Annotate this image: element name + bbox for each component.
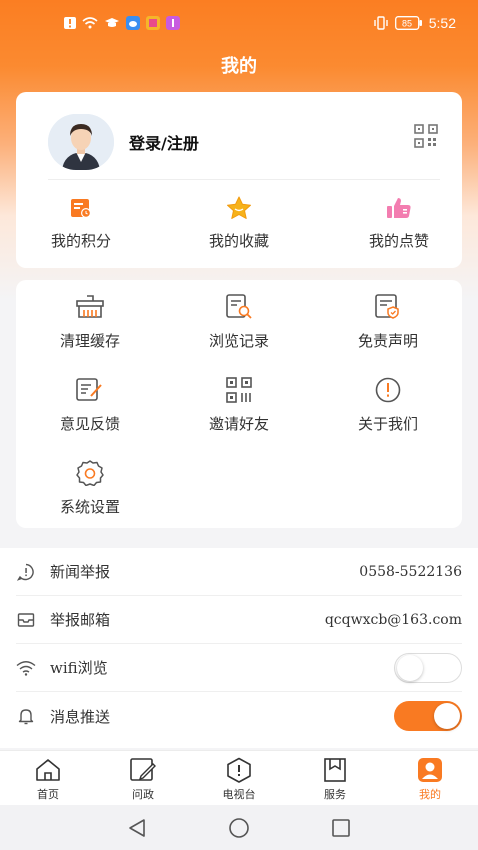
divider — [48, 179, 440, 180]
points-icon — [21, 196, 141, 220]
app-icon — [166, 16, 180, 30]
recents-icon[interactable] — [330, 817, 352, 839]
system-nav-bar — [0, 805, 478, 850]
tool-label: 清理缓存 — [59, 332, 120, 350]
bookmark-icon — [295, 757, 375, 783]
disclaimer-icon — [328, 294, 448, 320]
tab-label: 服务 — [324, 788, 346, 801]
tab-mine[interactable]: 我的 — [390, 757, 470, 802]
edit-icon — [103, 757, 183, 783]
my-likes-button[interactable]: 我的点赞 — [339, 196, 459, 251]
report-icon — [16, 562, 36, 582]
system-settings-button[interactable]: 系统设置 — [30, 460, 150, 517]
tool-label: 邀请好友 — [208, 415, 269, 433]
push-notification-row: 消息推送 — [16, 692, 462, 740]
tool-label: 关于我们 — [357, 415, 418, 433]
bell-icon — [16, 706, 36, 726]
browse-history-button[interactable]: 浏览记录 — [179, 294, 299, 351]
row-label: wifi浏览 — [50, 659, 108, 677]
feedback-button[interactable]: 意见反馈 — [30, 377, 150, 434]
about-us-button[interactable]: 关于我们 — [328, 377, 448, 434]
status-time: 5:52 — [428, 15, 456, 31]
invite-friends-button[interactable]: 邀请好友 — [179, 377, 299, 434]
row-label: 新闻举报 — [50, 563, 111, 581]
report-email-row[interactable]: 举报邮箱 qcqwxcb@163.com — [16, 596, 462, 644]
tab-home[interactable]: 首页 — [8, 757, 88, 802]
status-icons-right: 85 5:52 — [373, 15, 456, 31]
news-report-row[interactable]: 新闻举报 0558-5522136 — [16, 548, 462, 596]
history-icon — [179, 294, 299, 320]
disclaimer-button[interactable]: 免责声明 — [328, 294, 448, 351]
tab-label: 首页 — [37, 788, 59, 801]
login-register-link[interactable]: 登录/注册 — [129, 130, 199, 154]
feedback-icon — [30, 377, 150, 403]
star-icon — [179, 196, 299, 220]
battery-level: 85 — [402, 19, 412, 29]
info-icon — [328, 377, 448, 403]
tab-label: 问政 — [132, 788, 154, 801]
app-icon — [126, 16, 140, 30]
tab-label: 我的 — [419, 788, 441, 801]
notification-icon — [64, 17, 76, 29]
wifi-browse-row: wifi浏览 — [16, 644, 462, 692]
qr-code-icon[interactable] — [414, 124, 438, 148]
vibrate-icon — [373, 16, 389, 30]
battery-icon: 85 — [394, 16, 423, 30]
report-phone[interactable]: 0558-5522136 — [359, 564, 462, 580]
tab-label: 电视台 — [222, 788, 256, 801]
row-label: 举报邮箱 — [50, 611, 111, 629]
status-bar: 85 5:52 — [0, 0, 478, 46]
thumbs-up-icon — [339, 196, 459, 220]
wifi-browse-toggle[interactable] — [394, 652, 462, 683]
tab-inquiry[interactable]: 问政 — [103, 757, 183, 802]
clear-cache-button[interactable]: 清理缓存 — [30, 294, 150, 351]
push-notification-toggle[interactable] — [394, 701, 462, 731]
stat-label: 我的点赞 — [368, 232, 429, 250]
my-points-button[interactable]: 我的积分 — [21, 196, 141, 251]
row-label: 消息推送 — [50, 707, 111, 726]
tool-label: 浏览记录 — [208, 332, 269, 350]
wifi-icon — [82, 17, 98, 29]
mail-icon — [16, 610, 36, 630]
tab-tv[interactable]: 电视台 — [199, 757, 279, 802]
stat-label: 我的积分 — [50, 232, 111, 250]
my-favorites-button[interactable]: 我的收藏 — [179, 196, 299, 251]
tv-icon — [199, 757, 279, 783]
report-email[interactable]: qcqwxcb@163.com — [325, 612, 462, 628]
home-button-icon[interactable] — [228, 817, 250, 839]
page-title: 我的 — [221, 56, 257, 77]
tab-services[interactable]: 服务 — [295, 757, 375, 802]
back-icon[interactable] — [126, 817, 148, 839]
tool-label: 系统设置 — [59, 498, 120, 516]
status-icons-left — [64, 16, 180, 30]
bottom-tab-bar: 首页 问政 电视台 服务 我的 — [0, 750, 478, 805]
toggle-knob — [397, 654, 423, 681]
wifi-icon — [16, 658, 36, 678]
profile-card: 登录/注册 我的积分 我的收藏 我的点赞 — [16, 92, 462, 268]
stat-label: 我的收藏 — [208, 232, 269, 250]
gear-icon — [30, 460, 150, 486]
profile-icon — [390, 757, 470, 783]
avatar[interactable] — [48, 114, 114, 170]
broom-icon — [30, 294, 150, 320]
tool-label: 免责声明 — [357, 332, 418, 350]
settings-list: 新闻举报 0558-5522136 举报邮箱 qcqwxcb@163.com w… — [0, 548, 478, 748]
toggle-knob — [434, 703, 460, 729]
qr-code-icon — [179, 377, 299, 403]
home-icon — [8, 757, 88, 783]
tool-label: 意见反馈 — [59, 415, 120, 433]
app-icon — [146, 16, 160, 30]
tools-card: 清理缓存 浏览记录 免责声明 意见反馈 邀请好友 关于我们 系统设置 — [16, 280, 462, 528]
hat-icon — [104, 17, 120, 29]
